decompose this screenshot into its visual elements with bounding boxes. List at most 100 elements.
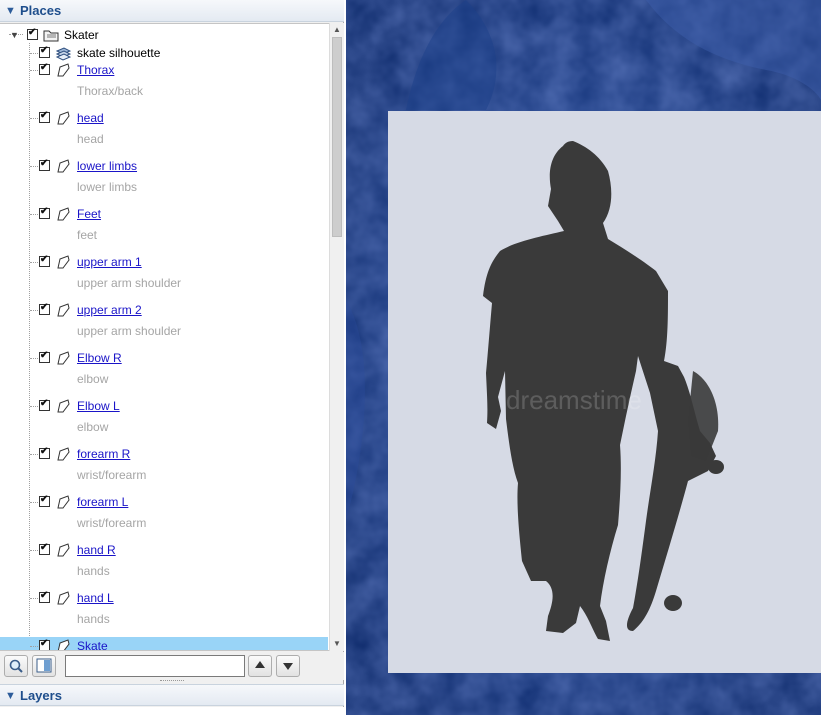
arrow-up-icon xyxy=(255,661,265,668)
tree-guide-line xyxy=(30,550,38,551)
item-link[interactable]: Elbow R xyxy=(77,351,122,365)
item-description: elbow xyxy=(77,420,109,434)
tree-guide-line xyxy=(30,214,38,215)
expand-triangle-icon[interactable]: ▼ xyxy=(10,26,19,44)
tree-guide-line xyxy=(30,118,38,119)
polygon-icon xyxy=(57,303,70,317)
vertical-scrollbar[interactable]: ▲ ▼ xyxy=(329,23,344,651)
magnifier-icon xyxy=(9,659,23,673)
folder-icon xyxy=(43,30,59,42)
item-description: Thorax/back xyxy=(77,84,144,98)
item-link[interactable]: forearm R xyxy=(77,447,130,461)
tree-row[interactable]: head xyxy=(0,109,328,127)
item-checkbox[interactable] xyxy=(39,494,50,507)
item-checkbox[interactable] xyxy=(39,206,50,219)
tree-guide-line xyxy=(30,454,38,455)
polygon-icon xyxy=(57,639,70,650)
item-description: wrist/forearm xyxy=(77,516,147,530)
tree-row[interactable]: lower limbs xyxy=(0,157,328,175)
tree-row[interactable]: forearm R xyxy=(0,445,328,463)
tree-guide-line xyxy=(30,502,38,503)
layers-header[interactable]: ▼ Layers xyxy=(0,684,344,706)
item-description: hands xyxy=(77,612,110,626)
item-checkbox[interactable] xyxy=(39,590,50,603)
item-checkbox[interactable] xyxy=(39,110,50,123)
item-label: skate silhouette xyxy=(77,46,161,60)
layers-tree[interactable] xyxy=(0,707,344,715)
item-link[interactable]: forearm L xyxy=(77,495,128,509)
scroll-down-arrow-icon[interactable]: ▼ xyxy=(332,639,342,649)
item-checkbox[interactable] xyxy=(39,62,50,75)
tree-row[interactable]: hand R xyxy=(0,541,328,559)
tree-row[interactable]: upper arm 1 xyxy=(0,253,328,271)
move-down-button[interactable] xyxy=(276,655,300,677)
places-header[interactable]: ▼ Places xyxy=(0,0,344,22)
tree-guide-line xyxy=(30,53,38,54)
tree-row[interactable]: skate silhouette xyxy=(0,44,328,62)
item-checkbox[interactable] xyxy=(39,446,50,459)
item-description: head xyxy=(77,132,104,146)
item-link[interactable]: Elbow L xyxy=(77,399,120,413)
tree-guide-line xyxy=(30,262,38,263)
search-button[interactable] xyxy=(4,655,28,677)
scroll-up-arrow-icon[interactable]: ▲ xyxy=(332,25,342,35)
item-checkbox[interactable] xyxy=(39,158,50,171)
item-link[interactable]: lower limbs xyxy=(77,159,137,173)
polygon-icon xyxy=(57,591,70,605)
search-input[interactable] xyxy=(65,655,245,677)
tree-guide-line xyxy=(30,166,38,167)
tree-row[interactable]: upper arm 2 xyxy=(0,301,328,319)
tree-row[interactable]: hand L xyxy=(0,589,328,607)
resize-grip[interactable] xyxy=(160,680,184,683)
tree-guide-line xyxy=(30,358,38,359)
item-checkbox[interactable] xyxy=(39,302,50,315)
item-link[interactable]: head xyxy=(77,111,104,125)
skater-silhouette: dreamstime xyxy=(483,141,724,641)
tree-row[interactable]: Thorax xyxy=(0,61,328,79)
split-view-icon xyxy=(36,658,52,673)
item-checkbox[interactable] xyxy=(39,254,50,267)
item-checkbox[interactable] xyxy=(39,638,50,650)
places-tree[interactable]: ▼ Skater skate silhouette Thorax Thorax/ba… xyxy=(0,23,330,651)
tree-guide-line xyxy=(30,406,38,407)
polygon-icon xyxy=(57,111,70,125)
item-description: hands xyxy=(77,564,110,578)
sidebar-panel: ▼ Places ▼ Skater skate silhouette Thorax… xyxy=(0,0,344,715)
tree-row[interactable]: Elbow R xyxy=(0,349,328,367)
collapse-triangle-icon[interactable]: ▼ xyxy=(5,685,16,707)
tree-row-skater[interactable]: ▼ Skater xyxy=(0,26,328,44)
tree-guide-line xyxy=(30,598,38,599)
item-checkbox[interactable] xyxy=(39,45,50,58)
split-view-button[interactable] xyxy=(32,655,56,677)
polygon-icon xyxy=(57,63,70,77)
item-link[interactable]: Skate xyxy=(77,639,108,650)
tree-row[interactable]: Skate xyxy=(0,637,328,650)
item-link[interactable]: upper arm 2 xyxy=(77,303,142,317)
image-overlay-icon xyxy=(55,47,71,61)
item-description: wrist/forearm xyxy=(77,468,147,482)
polygon-icon xyxy=(57,159,70,173)
checkbox-skater[interactable] xyxy=(27,27,38,40)
item-link[interactable]: hand R xyxy=(77,543,116,557)
tree-row[interactable]: Elbow L xyxy=(0,397,328,415)
collapse-triangle-icon[interactable]: ▼ xyxy=(5,0,16,22)
polygon-icon xyxy=(57,255,70,269)
places-title: Places xyxy=(20,3,62,18)
scrollbar-thumb[interactable] xyxy=(332,37,342,237)
item-link[interactable]: hand L xyxy=(77,591,114,605)
move-up-button[interactable] xyxy=(248,655,272,677)
tree-row[interactable]: forearm L xyxy=(0,493,328,511)
ground-overlay-image: dreamstime xyxy=(388,111,821,673)
tree-row[interactable]: Feet xyxy=(0,205,328,223)
item-link[interactable]: upper arm 1 xyxy=(77,255,142,269)
polygon-icon xyxy=(57,399,70,413)
item-checkbox[interactable] xyxy=(39,350,50,363)
item-description: lower limbs xyxy=(77,180,138,194)
item-checkbox[interactable] xyxy=(39,398,50,411)
item-link[interactable]: Thorax xyxy=(77,63,114,77)
item-link[interactable]: Feet xyxy=(77,207,101,221)
tree-guide-line xyxy=(29,43,30,650)
item-description: upper arm shoulder xyxy=(77,324,182,338)
places-toolbar xyxy=(0,652,344,680)
item-checkbox[interactable] xyxy=(39,542,50,555)
